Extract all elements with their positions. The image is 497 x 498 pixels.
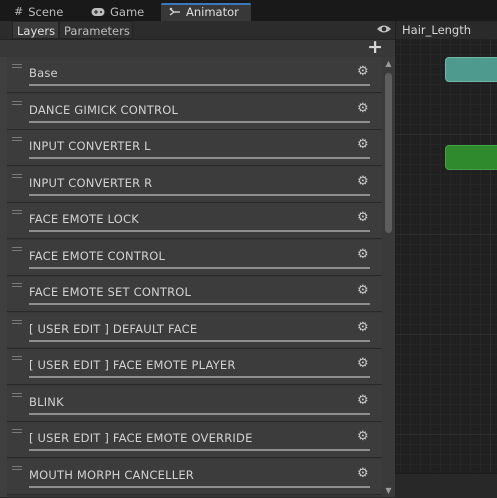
drag-handle-icon[interactable] (12, 210, 22, 214)
gear-icon[interactable]: ⚙ (357, 394, 369, 408)
animator-icon (169, 7, 181, 17)
grid-icon: # (14, 5, 24, 18)
scroll-thumb[interactable] (385, 73, 392, 233)
layer-row[interactable]: [ USER EDIT ] FACE EMOTE PLAYER ⚙ (7, 349, 382, 385)
layer-name: [ USER EDIT ] FACE EMOTE OVERRIDE (29, 431, 253, 445)
layer-row[interactable]: [ USER EDIT ] FACE EMOTE OVERRIDE ⚙ (7, 422, 382, 458)
tab-layers[interactable]: Layers (12, 21, 59, 39)
layer-name: [ USER EDIT ] FACE EMOTE PLAYER (29, 358, 236, 372)
tab-game-label: Game (110, 5, 145, 19)
tab-animator[interactable]: Animator (161, 3, 251, 21)
drag-handle-icon[interactable] (12, 64, 22, 68)
drag-handle-icon[interactable] (12, 174, 22, 178)
layer-row[interactable]: BLINK ⚙ (7, 386, 382, 422)
panel-edge (0, 57, 7, 497)
gear-icon[interactable]: ⚙ (357, 357, 369, 371)
layer-row[interactable]: Base ⚙ (7, 57, 382, 93)
layer-row[interactable]: FACE EMOTE CONTROL ⚙ (7, 240, 382, 276)
layer-weight-bar (29, 486, 370, 488)
layer-weight-bar (29, 194, 370, 196)
gear-icon[interactable]: ⚙ (357, 211, 369, 225)
drag-handle-icon[interactable] (12, 356, 22, 360)
layer-weight-bar (29, 413, 370, 415)
entry-node[interactable] (445, 145, 497, 170)
window-tab-bar: # Scene Game Animator (0, 0, 497, 21)
gear-icon[interactable]: ⚙ (357, 430, 369, 444)
drag-handle-icon[interactable] (12, 393, 22, 397)
layer-name: INPUT CONVERTER L (29, 139, 151, 153)
layer-weight-bar (29, 84, 370, 86)
layer-row[interactable]: INPUT CONVERTER R ⚙ (7, 167, 382, 203)
add-layer-button[interactable]: + (367, 37, 383, 57)
parameter-name[interactable]: Hair_Length (402, 21, 471, 39)
graph-header: Hair_Length (395, 21, 497, 39)
layers-scrollbar[interactable]: ▲ ▼ (382, 57, 395, 497)
drag-handle-icon[interactable] (12, 320, 22, 324)
drag-handle-icon[interactable] (12, 247, 22, 251)
drag-handle-icon[interactable] (12, 101, 22, 105)
tab-parameters[interactable]: Parameters (59, 21, 133, 39)
drag-handle-icon[interactable] (12, 137, 22, 141)
layer-name: MOUTH MORPH CANCELLER (29, 468, 194, 482)
gear-icon[interactable]: ⚙ (357, 467, 369, 481)
layer-weight-bar (29, 376, 370, 378)
drag-handle-icon[interactable] (12, 466, 22, 470)
layer-name: FACE EMOTE CONTROL (29, 249, 166, 263)
layer-weight-bar (29, 449, 370, 451)
layer-name: FACE EMOTE SET CONTROL (29, 285, 192, 299)
tab-scene[interactable]: # Scene (14, 3, 63, 21)
layer-list: Base ⚙ DANCE GIMICK CONTROL ⚙ INPUT CONV… (7, 57, 382, 497)
scroll-down-arrow-icon[interactable]: ▼ (384, 486, 393, 495)
drag-handle-icon[interactable] (12, 283, 22, 287)
layer-row[interactable]: FACE EMOTE LOCK ⚙ (7, 203, 382, 239)
layers-toolbar: + (0, 37, 395, 57)
graph-footer (395, 473, 497, 498)
layer-row[interactable]: INPUT CONVERTER L ⚙ (7, 130, 382, 166)
panel-subtabs: Layers Parameters (0, 21, 395, 40)
gear-icon[interactable]: ⚙ (357, 65, 369, 79)
layer-weight-bar (29, 303, 370, 305)
layer-name: INPUT CONVERTER R (29, 176, 153, 190)
layer-weight-bar (29, 157, 370, 159)
layer-name: [ USER EDIT ] DEFAULT FACE (29, 322, 198, 336)
layer-row[interactable]: DANCE GIMICK CONTROL ⚙ (7, 94, 382, 130)
scroll-up-arrow-icon[interactable]: ▲ (384, 59, 393, 68)
layer-row[interactable]: [ USER EDIT ] DEFAULT FACE ⚙ (7, 313, 382, 349)
tab-game[interactable]: Game (91, 3, 144, 21)
gear-icon[interactable]: ⚙ (357, 138, 369, 152)
gear-icon[interactable]: ⚙ (357, 102, 369, 116)
state-machine-graph[interactable] (395, 39, 497, 473)
drag-handle-icon[interactable] (12, 429, 22, 433)
eye-icon[interactable] (375, 23, 393, 37)
state-node[interactable] (445, 57, 497, 82)
layer-row[interactable]: MOUTH MORPH CANCELLER ⚙ (7, 459, 382, 495)
gear-icon[interactable]: ⚙ (357, 248, 369, 262)
gear-icon[interactable]: ⚙ (357, 284, 369, 298)
tab-animator-label: Animator (186, 5, 239, 19)
gamepad-icon (91, 7, 105, 17)
layer-weight-bar (29, 121, 370, 123)
layer-name: FACE EMOTE LOCK (29, 212, 139, 226)
layer-name: DANCE GIMICK CONTROL (29, 103, 179, 117)
layer-row[interactable]: FACE EMOTE SET CONTROL ⚙ (7, 276, 382, 312)
gear-icon[interactable]: ⚙ (357, 321, 369, 335)
tab-scene-label: Scene (28, 5, 64, 19)
layer-weight-bar (29, 267, 370, 269)
layer-weight-bar (29, 230, 370, 232)
layer-name: BLINK (29, 395, 64, 409)
layer-name: Base (29, 66, 58, 80)
layer-weight-bar (29, 340, 370, 342)
gear-icon[interactable]: ⚙ (357, 175, 369, 189)
